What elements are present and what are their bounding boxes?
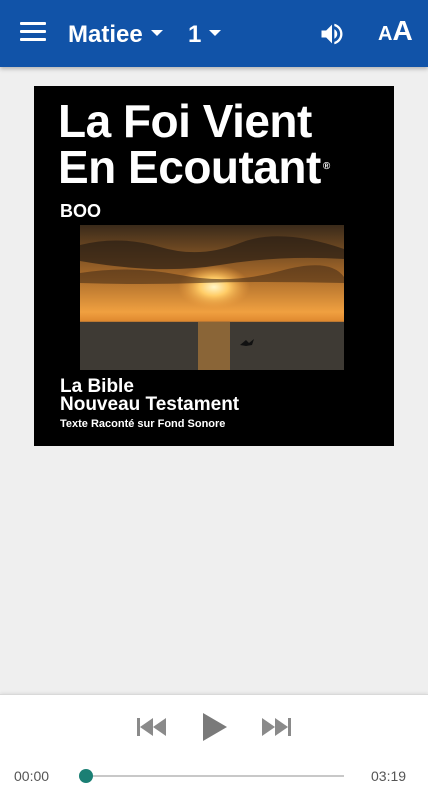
album-cover: La Foi Vient En Ecoutant ® BOO La Bible … xyxy=(34,86,394,446)
text-size-small-glyph: A xyxy=(378,23,393,45)
play-icon[interactable] xyxy=(201,712,229,742)
cover-title-line1: La Foi Vient xyxy=(58,95,312,147)
volume-icon[interactable] xyxy=(318,20,346,48)
skip-next-icon[interactable] xyxy=(261,717,291,737)
caret-down-icon xyxy=(150,30,163,36)
chapter-selector[interactable]: 1 xyxy=(188,21,222,49)
book-selector[interactable]: Matiee xyxy=(68,21,163,49)
chapter-number: 1 xyxy=(188,21,202,48)
app-bar: Matiee 1 AA xyxy=(0,0,428,67)
seek-bar[interactable] xyxy=(79,769,344,783)
seek-thumb[interactable] xyxy=(79,769,93,783)
skip-previous-icon[interactable] xyxy=(137,717,167,737)
sunset-image xyxy=(80,225,344,370)
total-time: 03:19 xyxy=(371,768,407,784)
language-code: BOO xyxy=(60,201,102,221)
text-size-big-glyph: A xyxy=(392,15,413,46)
cover-title-line2: En Ecoutant xyxy=(58,141,321,193)
cover-title: La Foi Vient En Ecoutant ® xyxy=(58,98,330,190)
cover-subtitle: Nouveau Testament xyxy=(60,394,240,415)
audio-player: 00:00 03:19 xyxy=(0,694,428,800)
registered-mark: ® xyxy=(322,161,330,172)
cover-caption: Texte Raconté sur Fond Sonore xyxy=(60,418,226,430)
caret-down-icon xyxy=(209,30,222,36)
text-size-icon[interactable]: AA xyxy=(378,17,413,45)
current-time: 00:00 xyxy=(14,768,50,784)
book-name: Matiee xyxy=(68,21,143,48)
menu-icon[interactable] xyxy=(20,22,46,44)
